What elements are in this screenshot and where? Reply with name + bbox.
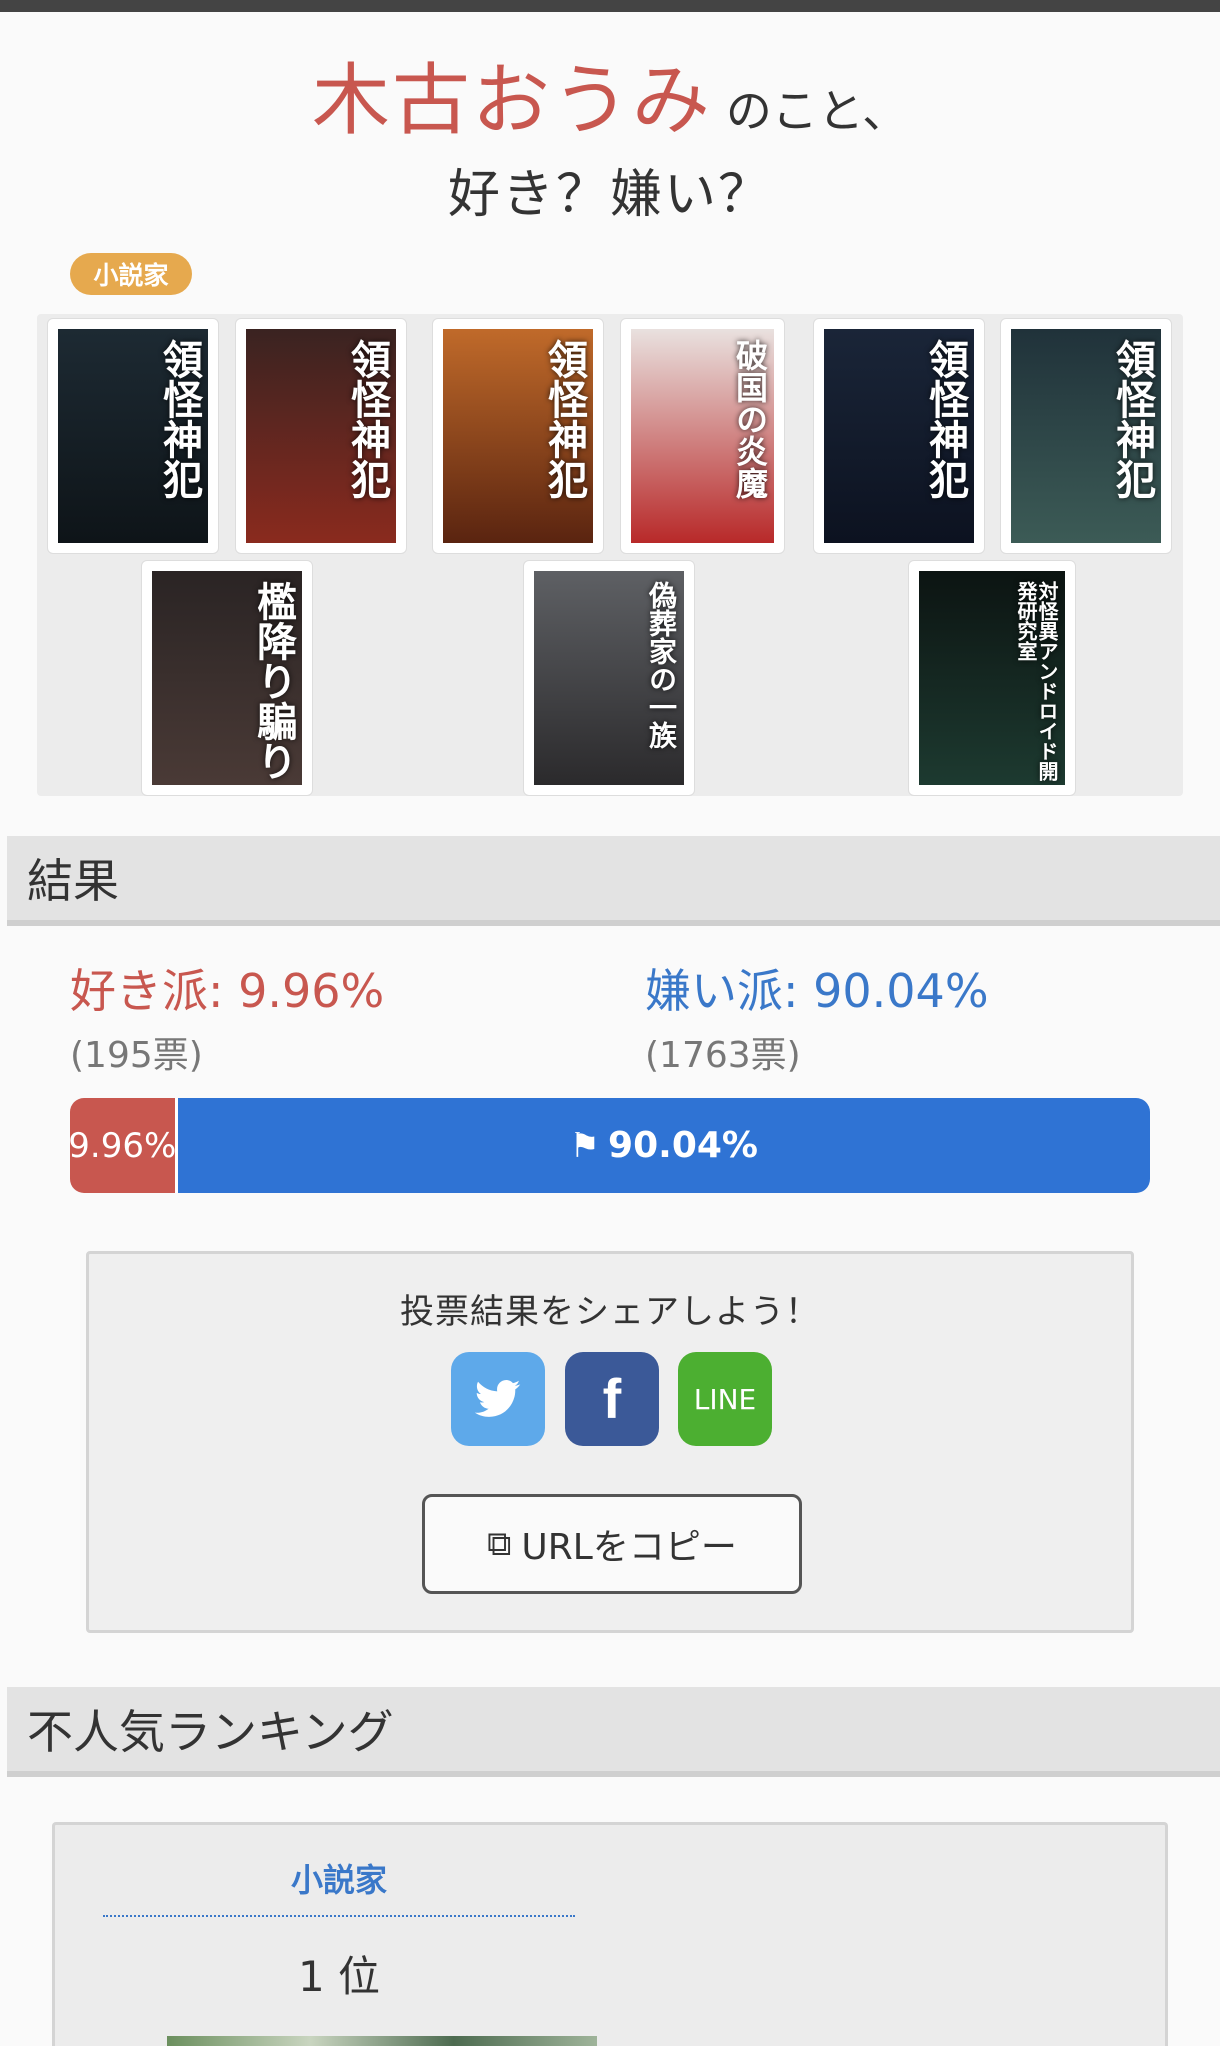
dislike-label: 嫌い派 bbox=[645, 964, 783, 1018]
line-label: LINE bbox=[693, 1382, 757, 1416]
dislike-percent: 90.04% bbox=[813, 964, 989, 1018]
book-title: 領怪神犯 bbox=[156, 339, 203, 499]
book-cover-image: 対怪異アンドロイド開発研究室 bbox=[919, 571, 1065, 785]
dislike-votes: (1763票) bbox=[645, 1035, 801, 1076]
facebook-icon: f bbox=[602, 1367, 622, 1430]
page-title: 木古おうみ のこと、 bbox=[0, 38, 1220, 150]
ranking-position: 1 位 bbox=[297, 1952, 381, 2001]
line-share-button[interactable]: LINE bbox=[678, 1352, 772, 1446]
book-cover-image: 領怪神犯 bbox=[246, 329, 396, 543]
flag-icon: ⚑ bbox=[569, 1125, 601, 1166]
person-name: 木古おうみ bbox=[311, 56, 712, 146]
like-percent: 9.96% bbox=[238, 964, 385, 1018]
book-title: 偽葬家の一族 bbox=[645, 581, 678, 749]
top-bar bbox=[0, 0, 1220, 12]
like-label: 好き派 bbox=[70, 964, 208, 1018]
book-cover[interactable]: 領怪神犯 bbox=[47, 318, 219, 554]
book-cover[interactable]: 対怪異アンドロイド開発研究室 bbox=[908, 560, 1076, 796]
book-cover-image: 領怪神犯 bbox=[1011, 329, 1161, 543]
ranking-card: 小説家 1 位 bbox=[52, 1822, 1168, 2046]
book-cover-image: 領怪神犯 bbox=[443, 329, 593, 543]
results-heading: 結果 bbox=[7, 836, 1220, 926]
book-title: 檻降り騙り bbox=[250, 581, 297, 781]
vote-bar-like: 9.96% bbox=[70, 1098, 178, 1193]
book-cover-image: 領怪神犯 bbox=[58, 329, 208, 543]
page-question: 好き？嫌い？ bbox=[447, 165, 772, 225]
vote-bar-dislike-label: 90.04% bbox=[608, 1125, 758, 1166]
book-title: 破国の炎魔 bbox=[731, 339, 769, 499]
book-title: 領怪神犯 bbox=[1109, 339, 1156, 499]
book-title: 領怪神犯 bbox=[922, 339, 969, 499]
book-cover-image: 領怪神犯 bbox=[824, 329, 974, 543]
book-title: 領怪神犯 bbox=[344, 339, 391, 499]
copy-url-label: URLをコピー bbox=[521, 1527, 737, 1568]
book-cover[interactable]: 偽葬家の一族 bbox=[523, 560, 695, 796]
share-title: 投票結果をシェアしよう！ bbox=[400, 1292, 820, 1332]
book-cover[interactable]: 檻降り騙り bbox=[141, 560, 313, 796]
ranking-thumbnail[interactable] bbox=[167, 2036, 597, 2046]
title-suffix: のこと、 bbox=[725, 84, 909, 138]
ranking-category-link[interactable]: 小説家 bbox=[103, 1855, 575, 1917]
copy-url-button[interactable]: ⧉ URLをコピー bbox=[422, 1494, 802, 1594]
twitter-icon bbox=[475, 1380, 521, 1417]
copy-icon: ⧉ bbox=[487, 1524, 512, 1564]
ranking-heading: 不人気ランキング bbox=[7, 1687, 1220, 1777]
book-cover-image: 檻降り騙り bbox=[152, 571, 302, 785]
like-votes: (195票) bbox=[70, 1035, 203, 1076]
facebook-share-button[interactable]: f bbox=[565, 1352, 659, 1446]
book-cover[interactable]: 領怪神犯 bbox=[1000, 318, 1172, 554]
dislike-result: 嫌い派: 90.04% bbox=[645, 964, 989, 1018]
book-cover-image: 偽葬家の一族 bbox=[534, 571, 684, 785]
book-title: 領怪神犯 bbox=[541, 339, 588, 499]
book-cover[interactable]: 領怪神犯 bbox=[235, 318, 407, 554]
book-cover-image: 破国の炎魔 bbox=[631, 329, 774, 543]
like-result: 好き派: 9.96% bbox=[70, 964, 385, 1018]
book-cover[interactable]: 領怪神犯 bbox=[813, 318, 985, 554]
category-badge[interactable]: 小説家 bbox=[70, 253, 192, 295]
vote-bar-dislike: ⚑ 90.04% bbox=[177, 1098, 1150, 1193]
book-cover[interactable]: 領怪神犯 bbox=[432, 318, 604, 554]
share-box: 投票結果をシェアしよう！ f LINE ⧉ URLをコピー bbox=[86, 1251, 1134, 1633]
vote-bar-like-label: 9.96% bbox=[70, 1125, 177, 1166]
vote-bar: 9.96% ⚑ 90.04% bbox=[70, 1098, 1150, 1193]
twitter-share-button[interactable] bbox=[451, 1352, 545, 1446]
book-title: 対怪異アンドロイド開発研究室 bbox=[1014, 581, 1059, 781]
book-cover[interactable]: 破国の炎魔 bbox=[620, 318, 785, 554]
book-gallery: 領怪神犯 領怪神犯 領怪神犯 破国の炎魔 領怪神犯 領怪神犯 檻降り騙り 偽葬家… bbox=[37, 314, 1183, 796]
